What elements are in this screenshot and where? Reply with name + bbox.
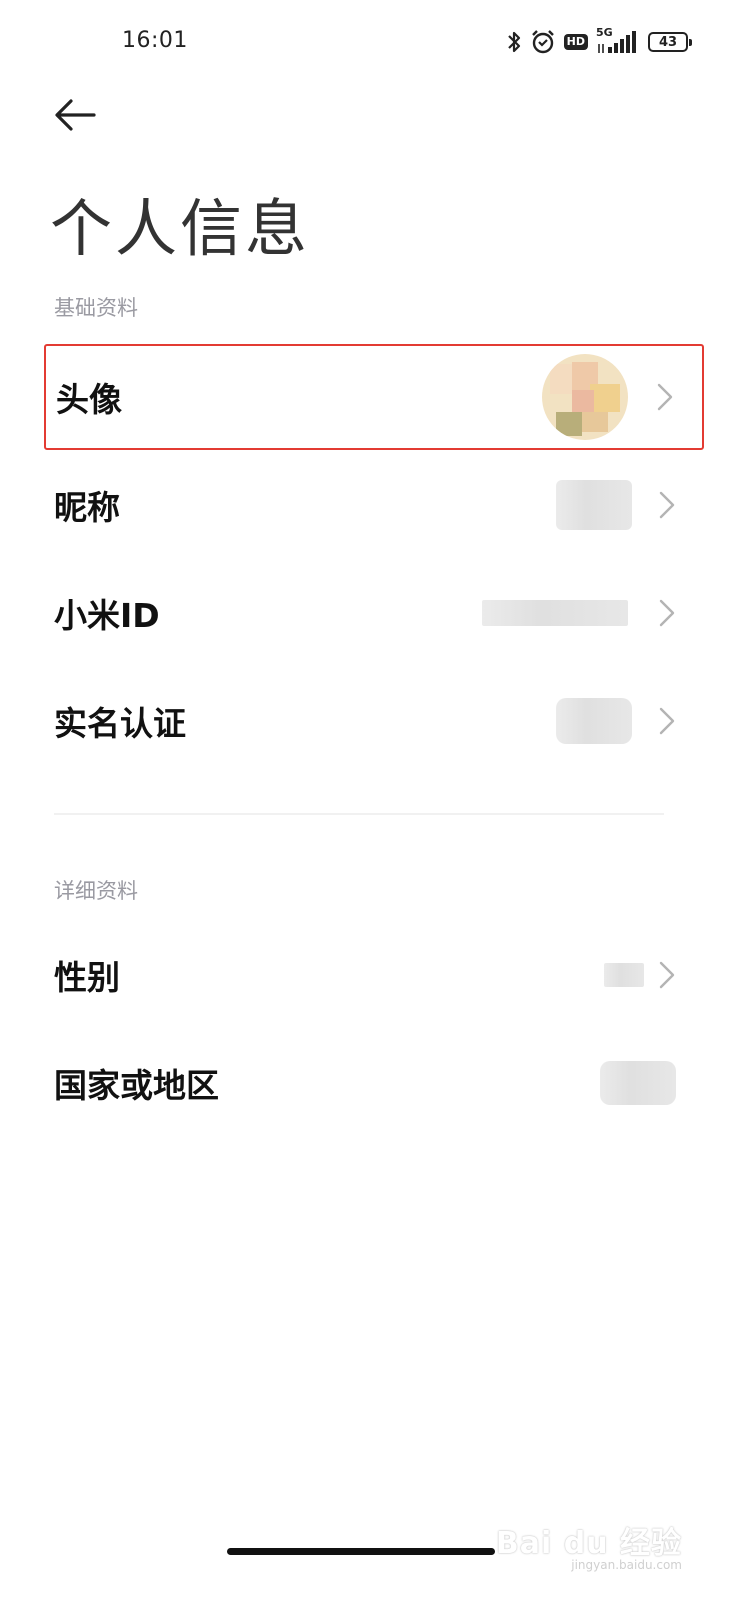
- watermark-text: Bai du 经验: [495, 1526, 682, 1561]
- row-label: 性别: [54, 958, 120, 997]
- status-time: 16:01: [122, 28, 188, 53]
- section-label-detail: 详细资料: [54, 879, 138, 903]
- gender-value-redacted: [604, 963, 644, 987]
- alarm-icon: [530, 29, 556, 55]
- auth-value-redacted: [556, 698, 632, 744]
- arrow-left-icon: [55, 99, 96, 131]
- status-bar: 16:01 HD 5G 43: [0, 0, 738, 80]
- bluetooth-icon: [506, 29, 522, 55]
- chevron-right-icon: [659, 961, 675, 989]
- battery-level: 43: [658, 34, 678, 50]
- chevron-right-icon: [659, 599, 675, 627]
- row-label: 国家或地区: [54, 1066, 219, 1105]
- nickname-value-redacted: [556, 480, 632, 530]
- section-divider: [54, 813, 664, 815]
- home-indicator[interactable]: [227, 1548, 495, 1555]
- row-label: 昵称: [54, 488, 120, 527]
- battery-icon: 43: [648, 32, 692, 52]
- page-title: 个人信息: [50, 192, 311, 265]
- row-label: 头像: [56, 380, 122, 419]
- region-value-redacted: [600, 1061, 676, 1105]
- real-name-auth-row[interactable]: 实名认证: [44, 668, 704, 774]
- row-label: 实名认证: [54, 704, 186, 743]
- row-label: 小米ID: [54, 596, 160, 635]
- section-label-basic: 基础资料: [54, 296, 138, 320]
- back-button[interactable]: [52, 95, 102, 135]
- hd-icon: HD: [563, 34, 588, 50]
- avatar: [542, 354, 628, 440]
- mi-id-row[interactable]: 小米ID: [44, 560, 704, 666]
- chevron-right-icon: [659, 707, 675, 735]
- avatar-row[interactable]: 头像: [44, 344, 704, 450]
- mi-id-value-redacted: [482, 600, 628, 626]
- gender-row[interactable]: 性别: [44, 922, 704, 1028]
- nickname-row[interactable]: 昵称: [44, 452, 704, 558]
- baidu-jingyan-watermark: Bai du 经验 jingyan.baidu.com: [496, 1518, 682, 1572]
- signal-icon: 5G: [596, 26, 640, 56]
- chevron-right-icon: [659, 491, 675, 519]
- status-icons: HD 5G 43: [506, 26, 692, 58]
- chevron-right-icon: [657, 383, 673, 411]
- country-region-row[interactable]: 国家或地区: [44, 1030, 704, 1136]
